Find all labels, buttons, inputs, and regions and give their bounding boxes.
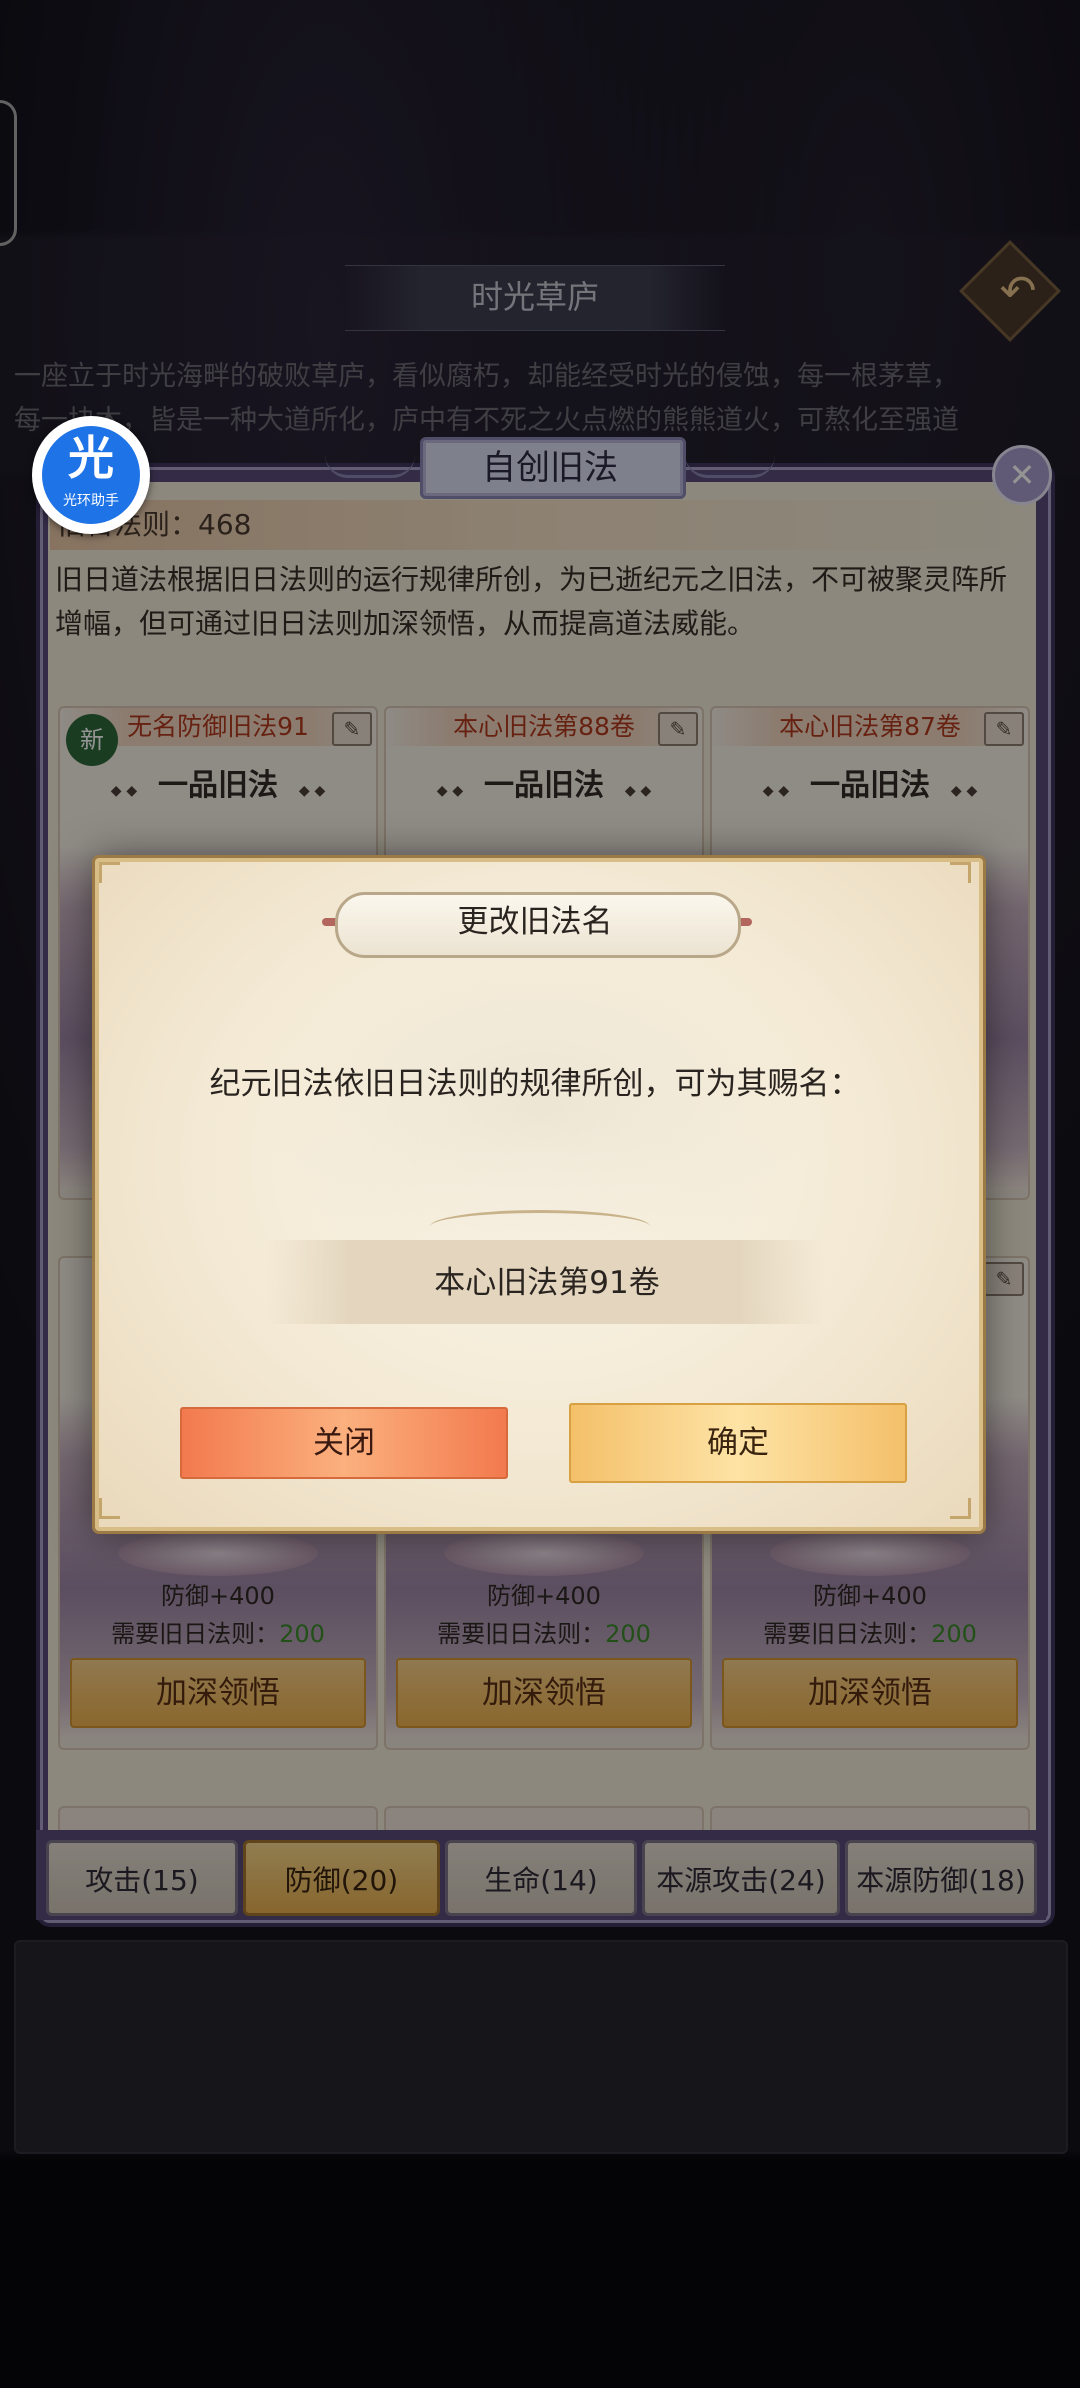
dialog-close-button[interactable]: 关闭 xyxy=(180,1407,508,1479)
assistant-glyph: 光 xyxy=(68,431,114,485)
assistant-label: 光环助手 xyxy=(63,493,119,509)
corner-ornament xyxy=(950,1498,971,1519)
corner-ornament xyxy=(99,1498,120,1519)
corner-ornament xyxy=(99,862,120,883)
law-name-input[interactable] xyxy=(265,1240,829,1326)
corner-ornament xyxy=(950,862,971,883)
dialog-title: 更改旧法名 xyxy=(457,904,613,940)
name-field-ornament xyxy=(430,1210,650,1243)
dialog-confirm-button[interactable]: 确定 xyxy=(569,1403,907,1483)
dialog-message: 纪元旧法依旧日法则的规律所创，可为其赐名： xyxy=(209,1066,861,1102)
